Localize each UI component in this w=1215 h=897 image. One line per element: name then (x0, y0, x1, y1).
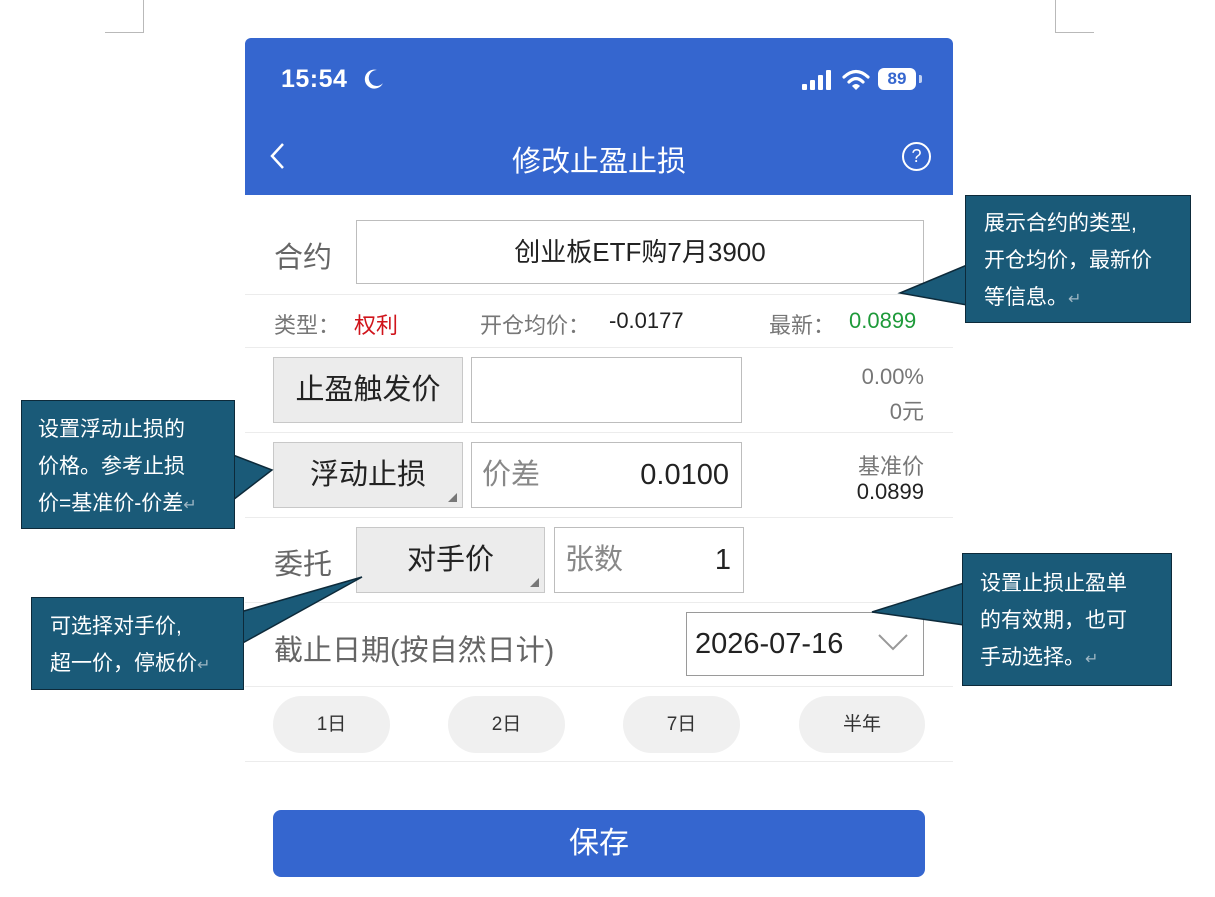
callout-expiry: 设置止损止盈单 的有效期，也可 手动选择。↵ (962, 553, 1172, 686)
chevron-down-icon (878, 634, 908, 651)
divider (245, 347, 953, 348)
dropdown-corner-icon (530, 578, 539, 587)
callout-text: 超一价，停板价 (50, 652, 197, 675)
divider (245, 517, 953, 518)
callout-line: 的有效期，也可 (980, 609, 1127, 632)
signal-icon (802, 70, 831, 90)
return-mark-icon: ↵ (183, 497, 197, 514)
phone-screen: 15:54 89 修改止盈止损 ? 合约 创业板ETF购7月3900 类型： 权… (245, 38, 953, 897)
divider (245, 432, 953, 433)
quick-2-day-button[interactable]: 2日 (448, 696, 565, 753)
callout-text: 手动选择。 (980, 646, 1085, 669)
help-icon[interactable]: ? (902, 142, 931, 171)
divider (245, 761, 953, 762)
spread-value: 0.0100 (640, 459, 729, 491)
order-price-type-value: 对手价 (406, 544, 494, 576)
page-corner-mark (1055, 0, 1094, 33)
latest-label: 最新： (769, 313, 836, 338)
divider (245, 602, 953, 603)
quantity-input[interactable]: 张数 1 (554, 527, 744, 593)
base-price-value: 0.0899 (856, 479, 924, 504)
quantity-value: 1 (714, 544, 731, 576)
divider (245, 294, 953, 295)
quick-1-day-button[interactable]: 1日 (273, 696, 390, 753)
order-price-type-select[interactable]: 对手价 (356, 527, 545, 593)
battery-nub (919, 75, 922, 83)
battery-indicator: 89 (878, 68, 916, 90)
spread-placeholder: 价差 (482, 459, 541, 491)
callout-trailing-stop: 设置浮动止损的 价格。参考止损 价=基准价-价差↵ (21, 400, 235, 529)
dropdown-corner-icon (448, 493, 457, 502)
return-mark-icon: ↵ (1085, 651, 1099, 668)
expiry-date-value: 2026-07-16 (695, 628, 844, 660)
callout-line: 等信息。↵ (984, 279, 1190, 318)
open-price-label: 开仓均价： (480, 313, 591, 338)
expiry-date-select[interactable]: 2026-07-16 (686, 612, 924, 676)
callout-line: 手动选择。↵ (980, 639, 1171, 678)
page-title: 修改止盈止损 (511, 146, 686, 178)
save-button[interactable]: 保存 (273, 810, 925, 877)
wifi-icon (842, 69, 870, 90)
trailing-stop-button[interactable]: 浮动止损 (273, 442, 463, 508)
base-price-label: 基准价 (857, 454, 924, 479)
take-profit-percent: 0.00% (861, 364, 924, 389)
open-price-value: -0.0177 (609, 308, 684, 333)
status-time: 15:54 (281, 65, 348, 93)
moon-icon (364, 69, 383, 89)
top-bar: 15:54 89 修改止盈止损 ? (245, 38, 953, 195)
callout-contract-info: 展示合约的类型, 开仓均价，最新价 等信息。↵ (965, 195, 1191, 323)
take-profit-amount: 0元 (889, 399, 924, 424)
spread-input[interactable]: 价差 0.0100 (471, 442, 742, 508)
contract-label: 合约 (274, 242, 333, 274)
trailing-stop-label: 浮动止损 (309, 459, 426, 491)
type-value: 权利 (354, 313, 399, 338)
take-profit-trigger-button[interactable]: 止盈触发价 (273, 357, 463, 423)
quantity-placeholder: 张数 (565, 544, 624, 576)
return-mark-icon: ↵ (197, 657, 211, 674)
callout-line: 超一价，停板价↵ (50, 645, 243, 684)
latest-value: 0.0899 (849, 308, 917, 333)
take-profit-price-input[interactable] (471, 357, 742, 423)
quick-half-year-button[interactable]: 半年 (799, 696, 925, 753)
callout-line: 开仓均价，最新价 (984, 249, 1152, 272)
order-label: 委托 (274, 549, 333, 581)
callout-order-type: 可选择对手价, 超一价，停板价↵ (31, 597, 244, 690)
callout-line: 设置浮动止损的 (38, 418, 185, 441)
quick-7-day-button[interactable]: 7日 (623, 696, 740, 753)
callout-text: 价=基准价-价差 (38, 492, 184, 515)
callout-line: 展示合约的类型, (984, 212, 1137, 235)
callout-text: 等信息。 (984, 286, 1068, 309)
type-label: 类型： (274, 313, 341, 338)
expiry-label: 截止日期(按自然日计) (274, 635, 555, 667)
callout-line: 价=基准价-价差↵ (38, 485, 234, 524)
callout-line: 设置止损止盈单 (980, 572, 1127, 595)
callout-line: 价格。参考止损 (38, 455, 185, 478)
divider (245, 686, 953, 687)
callout-line: 可选择对手价, (50, 615, 182, 638)
return-mark-icon: ↵ (1068, 291, 1082, 308)
page-corner-mark (105, 0, 144, 33)
contract-field[interactable]: 创业板ETF购7月3900 (356, 220, 924, 284)
